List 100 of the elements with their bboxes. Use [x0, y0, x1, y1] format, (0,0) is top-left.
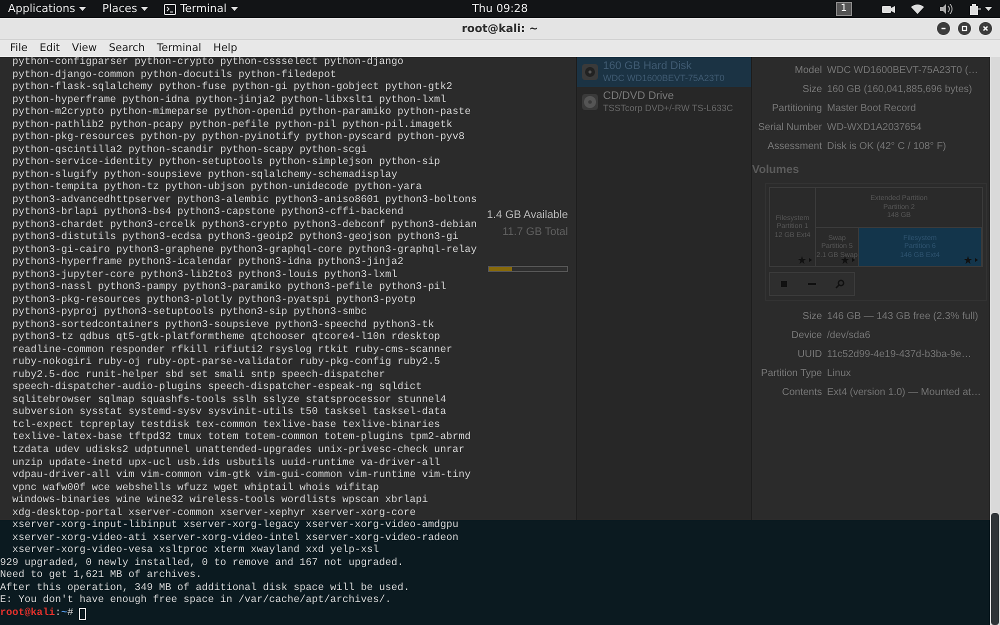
shell-prompt: root@kali:~#: [0, 608, 74, 620]
detail-label: Partitioning: [770, 102, 822, 116]
top-menu[interactable]: Places: [94, 0, 156, 18]
terminal-line: subversion sysstat systemd-sysv sysvinit-utils t50 tasksel tasksel-data: [11, 407, 446, 420]
top-menu[interactable]: Applications: [0, 0, 94, 18]
wifi-icon: [911, 4, 924, 14]
terminal-line: python-hyperframe python-idna python-jinja2 python-libxslt1 python-lxml: [11, 94, 446, 106]
terminal-line: python3-advancedhttpserver python3-alembic python3-aniso8601 python3-boltons: [11, 194, 477, 206]
detail-label: Contents: [780, 386, 822, 400]
terminal-line: python3-brlapi python3-bs4 python3-capstone python3-cffi-backend: [11, 207, 404, 220]
terminal-line: windows-binaries wine wine32 wireless-tools wordlists wpscan xbrlapi: [11, 495, 428, 508]
drive-name: CD/DVD Drive: [603, 90, 675, 103]
terminal-line: python-flask-sqlalchemy python-fuse python-gi python-gobject python-gtk2: [11, 82, 452, 94]
detail-value: Linux: [827, 367, 851, 382]
detail-value: WDC WD1600BEVT-75A23T0 (…: [827, 64, 978, 78]
power-menu[interactable]: [969, 4, 992, 14]
terminal-line: python3-tz qdbus qt5-gtk-platformtheme qtchooser qtcore4-l10n rdesktop: [11, 332, 440, 344]
terminal-line: python3-nassl python3-pampy python3-paramiko python3-pefile python3-pil: [11, 282, 446, 294]
window-title: root@kali: ~: [462, 21, 538, 37]
terminal-line: 929 upgraded, 0 newly installed, 0 to remove and 167 not upgraded.: [0, 558, 404, 570]
stop-icon: [779, 279, 789, 290]
optical-disc-icon: [581, 93, 599, 111]
caret-icon: [230, 6, 238, 12]
terminal-line: python3-pyproj python3-setuptools python3-sip python3-smbc: [11, 307, 367, 320]
top-menu[interactable]: Terminal: [156, 0, 246, 18]
terminal-line: python-qscintilla2 python-scandir python-scapy python-scgi: [11, 144, 367, 156]
terminal-line: xserver-xorg-input-libinput xserver-xorg-legacy xserver-xorg-video-amdgpu: [11, 520, 459, 532]
star-icon: [798, 256, 813, 264]
terminal-line: ruby2.5-doc runit-helper sbd set smali sntp speech-dispatcher: [11, 370, 386, 382]
terminal-line: texlive-latex-base tftpd32 tmux totem totem-common totem-plugins tpm2-abrmd: [11, 432, 471, 444]
terminal-line: python-m2crypto python-mimeparse python-openid python-paramiko python-paste: [11, 107, 471, 120]
menu-item[interactable]: File: [4, 40, 34, 57]
terminal-line: xserver-xorg-video-vesa xsltproc xterm xwayland xxd yelp-xsl: [11, 545, 380, 558]
close-button[interactable]: [979, 22, 992, 35]
maximize-icon: [960, 24, 969, 33]
terminal-line: vdpau-driver-all vim vim-common vim-gtk vim-gui-common vim-runtime vim-tiny: [11, 470, 471, 482]
terminal-line: After this operation, 349 MB of additional disk space will be used.: [0, 582, 410, 594]
terminal-line: sqlitebrowser sqlmap squashfs-tools sslh sslyze statsprocessor stunnel4: [11, 394, 446, 406]
caret-icon: [985, 6, 992, 12]
terminal-line: python3-hyperframe python3-icalendar python3-idna python3-jinja2: [11, 257, 404, 270]
terminal-line: speech-dispatcher-audio-plugins speech-dispatcher-espeak-ng sqldict: [11, 382, 422, 394]
terminal-line: readline-common responder rfkill rifiuti2 rsyslog rtkit ruby-cms-scanner: [11, 344, 452, 356]
terminal-line: unzip update-inetd upx-ucl usb.ids usbutils uuid-runtime va-driver-all: [11, 458, 440, 470]
terminal-line: ruby-nokogiri ruby-oj ruby-opt-parse-validator ruby-pkg-config ruby2.5: [11, 357, 440, 370]
caret-icon: [79, 6, 86, 12]
scrollbar[interactable]: [990, 57, 1000, 625]
terminal-line: python-slugify python-soupsieve python-sqlalchemy-schemadisplay: [11, 170, 398, 182]
terminal-line: python3-chardet python3-crcelk python3-crypto python3-debconf python3-debian: [11, 220, 477, 232]
detail-value: Disk is OK (42° C / 108° F): [827, 140, 946, 154]
storage-available: 1.4 GB Available: [486, 208, 568, 223]
terminal-line: python-django-common python-docutils python-filedepot: [11, 70, 336, 82]
minimize-button[interactable]: [937, 22, 950, 35]
terminal-line: python3-pkg-resources python3-plotly python3-pyatspi python3-pyotp: [11, 294, 416, 306]
terminal-line: python-pathlib2 python-pcapy python-pefile python-pil python-pil.imagetk: [11, 120, 452, 132]
terminal-line: python-service-identity python-setuptools python-simplejson python-sip: [11, 157, 440, 170]
detail-value: 146 GB — 143 GB free (2.3% full): [827, 310, 978, 324]
terminal-line: python3-gi-cairo python3-graphene python3-graphql-core python3-graphql-relay: [11, 244, 477, 256]
terminal-line: E: You don't have enough free space in /var/cache/apt/archives/.: [0, 595, 392, 608]
detail-label: Serial Number: [757, 121, 822, 135]
star-icon: [964, 256, 979, 264]
drive-model: TSSTcorp DVD+/-RW TS-L633C: [603, 103, 733, 114]
terminal-line: tcl-expect tcpreplay testdisk tex-common texlive-base texlive-binaries: [11, 420, 440, 432]
terminal-line: xdg-desktop-portal xserver-common xserver-xephyr xserver-xorg-core: [11, 508, 416, 520]
terminal-line: xserver-xorg-video-ati xserver-xorg-video-intel xserver-xorg-video-radeon: [11, 532, 459, 544]
terminal-line: python3-distutils python3-ecdsa python3-geoip2 python3-geojson python3-gi: [11, 232, 459, 244]
detail-value: 11c52d99-4e19-437d-b3ba-9e…: [827, 348, 972, 362]
caret-icon: [141, 6, 148, 12]
detail-value: Ext4 (version 1.0) — Mounted at…: [827, 386, 981, 400]
close-icon: [981, 24, 990, 33]
terminal-line: Need to get 1,621 MB of archives.: [0, 570, 202, 582]
detail-label: Device: [790, 329, 822, 344]
volume-icon: [940, 4, 953, 14]
detail-label: Size: [802, 310, 822, 324]
terminal-line: vpnc wafw00f wce webshells wfuzz wget whiptail whois wifitap: [11, 482, 380, 494]
terminal-line: python-pkg-resources python-py python-pyinotify python-pyscard python-pyv8: [11, 132, 465, 144]
terminal-line: tzdata udev udisks2 udptunnel unattended-upgrades unix-privesc-check unrar: [11, 444, 465, 458]
maximize-button[interactable]: [958, 22, 971, 35]
detail-value: Master Boot Record: [827, 102, 916, 116]
terminal-icon: [164, 4, 176, 14]
camera-icon: [882, 4, 895, 14]
detail-label: UUID: [796, 348, 822, 362]
terminal-line: python3-sortedcontainers python3-soupsieve python3-speechd python3-tk: [11, 320, 434, 332]
detail-label: Model: [794, 64, 822, 78]
scrollbar-thumb[interactable]: [991, 513, 999, 625]
menu-item[interactable]: Search: [102, 40, 151, 57]
detail-value: 160 GB (160,041,885,696 bytes): [827, 83, 972, 97]
clock[interactable]: Thu 09:28: [472, 0, 528, 18]
workspace-indicator[interactable]: 1: [836, 2, 852, 16]
menu-item[interactable]: Help: [207, 40, 244, 57]
menu-item[interactable]: View: [66, 40, 103, 57]
detail-value: /dev/sda6: [827, 329, 870, 344]
detail-label: Assessment: [766, 140, 822, 154]
terminal-line: python3-jupyter-core python3-lib2to3 python3-louis python3-lxml: [11, 270, 398, 282]
terminal-line: python-tempita python-tz python-ubjson python-unidecode python-yara: [11, 182, 422, 194]
detail-value: WD-WXD1A2037654: [827, 121, 922, 135]
detail-label: Size: [802, 83, 822, 97]
menu-item[interactable]: Edit: [34, 40, 66, 57]
text-cursor: [79, 608, 86, 620]
detail-label: Partition Type: [760, 367, 822, 382]
menu-item[interactable]: Terminal: [150, 40, 208, 57]
